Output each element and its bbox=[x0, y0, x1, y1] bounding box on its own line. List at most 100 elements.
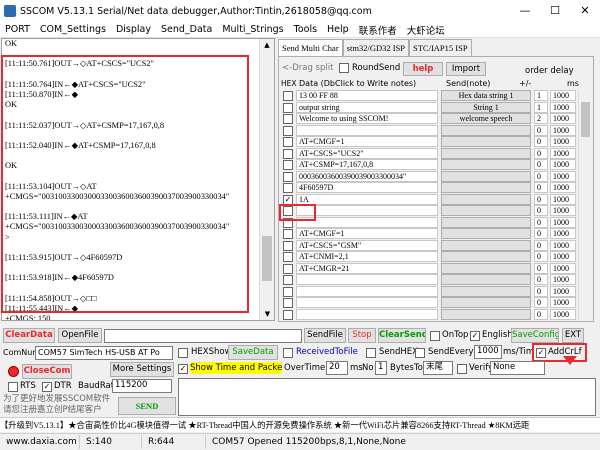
row-hex-checkbox[interactable] bbox=[283, 114, 293, 124]
row-data-input[interactable]: output string bbox=[296, 101, 438, 113]
row-hex-checkbox[interactable] bbox=[283, 102, 293, 113]
row-data-input[interactable] bbox=[296, 205, 438, 216]
row-hex-checkbox[interactable] bbox=[283, 171, 293, 182]
news-ticker[interactable]: 【升级到V5.13.1】★合宙高性价比4G模块值得一试 ★RT-Thread中国… bbox=[0, 417, 600, 432]
row-order-input[interactable]: 0 bbox=[534, 297, 548, 308]
row-send-button[interactable] bbox=[441, 216, 531, 228]
dtr-checkbox[interactable]: ✓ bbox=[42, 382, 52, 392]
row-send-button[interactable] bbox=[441, 274, 531, 285]
row-delay-input[interactable]: 1000 bbox=[550, 285, 576, 297]
row-hex-checkbox[interactable] bbox=[283, 183, 293, 193]
row-order-input[interactable]: 0 bbox=[534, 216, 548, 228]
row-delay-input[interactable]: 1000 bbox=[550, 113, 576, 124]
row-data-input[interactable] bbox=[296, 216, 438, 228]
no-input[interactable]: 1 bbox=[375, 361, 387, 375]
row-hex-checkbox[interactable] bbox=[283, 298, 293, 308]
round-send-checkbox[interactable] bbox=[339, 63, 349, 73]
row-delay-input[interactable]: 1000 bbox=[550, 205, 576, 216]
row-data-input[interactable]: AT+CMGF=1 bbox=[296, 228, 438, 239]
log-scroll-thumb[interactable] bbox=[262, 236, 272, 281]
row-order-input[interactable]: 0 bbox=[534, 170, 548, 182]
row-order-input[interactable]: 0 bbox=[534, 274, 548, 285]
log-scrollbar[interactable]: ▲ ▼ bbox=[259, 39, 274, 320]
minimize-icon[interactable]: — bbox=[510, 0, 540, 22]
row-hex-checkbox[interactable] bbox=[283, 309, 293, 320]
row-hex-checkbox[interactable] bbox=[283, 148, 293, 159]
received-to-file-checkbox[interactable] bbox=[283, 348, 293, 358]
row-hex-checkbox[interactable] bbox=[283, 275, 293, 285]
tab-send-multi-char[interactable]: Send Multi Char bbox=[278, 39, 343, 57]
row-order-input[interactable]: 0 bbox=[534, 251, 548, 262]
row-delay-input[interactable]: 1000 bbox=[550, 297, 576, 308]
row-data-input[interactable] bbox=[296, 274, 438, 285]
row-order-input[interactable]: 0 bbox=[534, 124, 548, 136]
row-hex-checkbox[interactable] bbox=[283, 229, 293, 239]
tab-stc-isp[interactable]: STC/IAP15 ISP bbox=[409, 39, 472, 56]
drag-split-label[interactable]: <-Drag split bbox=[282, 62, 333, 74]
verify-select[interactable]: None bbox=[490, 361, 545, 375]
menu-item-6[interactable]: Help bbox=[322, 24, 354, 35]
row-data-input[interactable]: AT+CNMI=2,1 bbox=[296, 251, 438, 262]
row-send-button[interactable] bbox=[441, 228, 531, 239]
multi-scroll-thumb[interactable] bbox=[581, 102, 590, 137]
end-select[interactable]: 末尾 bbox=[423, 361, 453, 375]
row-hex-checkbox[interactable] bbox=[283, 286, 293, 297]
menu-item-0[interactable]: PORT bbox=[0, 24, 35, 35]
row-send-button[interactable]: Hex data string 1 bbox=[441, 90, 531, 101]
row-send-button[interactable] bbox=[441, 170, 531, 182]
send-button[interactable]: SEND bbox=[118, 397, 176, 415]
row-delay-input[interactable]: 1000 bbox=[550, 90, 576, 101]
row-data-input[interactable] bbox=[296, 124, 438, 136]
row-order-input[interactable]: 0 bbox=[534, 262, 548, 274]
multi-scrollbar[interactable] bbox=[578, 90, 592, 320]
file-path-input[interactable] bbox=[104, 329, 302, 343]
row-delay-input[interactable]: 1000 bbox=[550, 136, 576, 147]
add-crlf-checkbox[interactable]: ✓ bbox=[536, 348, 546, 358]
ext-button[interactable]: EXT bbox=[562, 328, 584, 343]
row-hex-checkbox[interactable] bbox=[283, 160, 293, 170]
row-delay-input[interactable]: 1000 bbox=[550, 251, 576, 262]
send-hex-checkbox[interactable] bbox=[366, 348, 376, 358]
row-send-button[interactable]: welcome speech bbox=[441, 113, 531, 124]
row-delay-input[interactable]: 1000 bbox=[550, 170, 576, 182]
row-order-input[interactable]: 0 bbox=[534, 182, 548, 193]
row-send-button[interactable] bbox=[441, 124, 531, 136]
row-delay-input[interactable]: 1000 bbox=[550, 101, 576, 113]
scroll-up-icon[interactable]: ▲ bbox=[260, 39, 274, 51]
row-order-input[interactable]: 1 bbox=[534, 90, 548, 101]
row-order-input[interactable]: 0 bbox=[534, 239, 548, 251]
row-data-input[interactable]: AT+CSCS="UCS2" bbox=[296, 147, 438, 159]
row-delay-input[interactable]: 1000 bbox=[550, 193, 576, 205]
rts-checkbox[interactable] bbox=[8, 382, 18, 392]
row-send-button[interactable] bbox=[441, 285, 531, 297]
row-data-input[interactable]: AT+CSMP=17,167,0,8 bbox=[296, 159, 438, 170]
row-data-input[interactable]: AT+CMGF=1 bbox=[296, 136, 438, 147]
row-hex-checkbox[interactable] bbox=[283, 263, 293, 274]
row-order-input[interactable]: 0 bbox=[534, 193, 548, 205]
save-config-button[interactable]: SaveConfig bbox=[511, 328, 559, 343]
row-order-input[interactable]: 0 bbox=[534, 136, 548, 147]
menu-item-5[interactable]: Tools bbox=[289, 24, 322, 35]
receive-log[interactable]: OK [11:11:50.761]OUT→◇AT+CSCS="UCS2" [11:1… bbox=[1, 38, 275, 321]
row-order-input[interactable]: 1 bbox=[534, 101, 548, 113]
row-order-input[interactable]: 0 bbox=[534, 205, 548, 216]
send-text-input[interactable] bbox=[178, 378, 596, 416]
save-data-button[interactable]: SaveData bbox=[228, 345, 278, 360]
more-settings-button[interactable]: More Settings bbox=[110, 362, 174, 377]
row-hex-checkbox[interactable]: ✓ bbox=[283, 194, 293, 205]
row-data-input[interactable]: 00036003600390039003300034" bbox=[296, 170, 438, 182]
row-send-button[interactable] bbox=[441, 147, 531, 159]
row-send-button[interactable] bbox=[441, 182, 531, 193]
baud-rate-select[interactable]: 115200 bbox=[112, 379, 172, 393]
row-delay-input[interactable]: 1000 bbox=[550, 159, 576, 170]
maximize-icon[interactable]: ☐ bbox=[540, 0, 570, 22]
row-hex-checkbox[interactable] bbox=[283, 125, 293, 136]
verify-checkbox[interactable] bbox=[457, 364, 467, 374]
row-delay-input[interactable]: 1000 bbox=[550, 124, 576, 136]
tab-stm32-isp[interactable]: stm32/GD32 ISP bbox=[342, 39, 410, 56]
scroll-down-icon[interactable]: ▼ bbox=[260, 308, 275, 320]
promo-line-2[interactable]: 请您注册嘉立创P结尾客户 bbox=[3, 404, 102, 416]
row-delay-input[interactable]: 1000 bbox=[550, 147, 576, 159]
english-checkbox[interactable]: ✓ bbox=[470, 331, 480, 341]
row-order-input[interactable]: 0 bbox=[534, 159, 548, 170]
